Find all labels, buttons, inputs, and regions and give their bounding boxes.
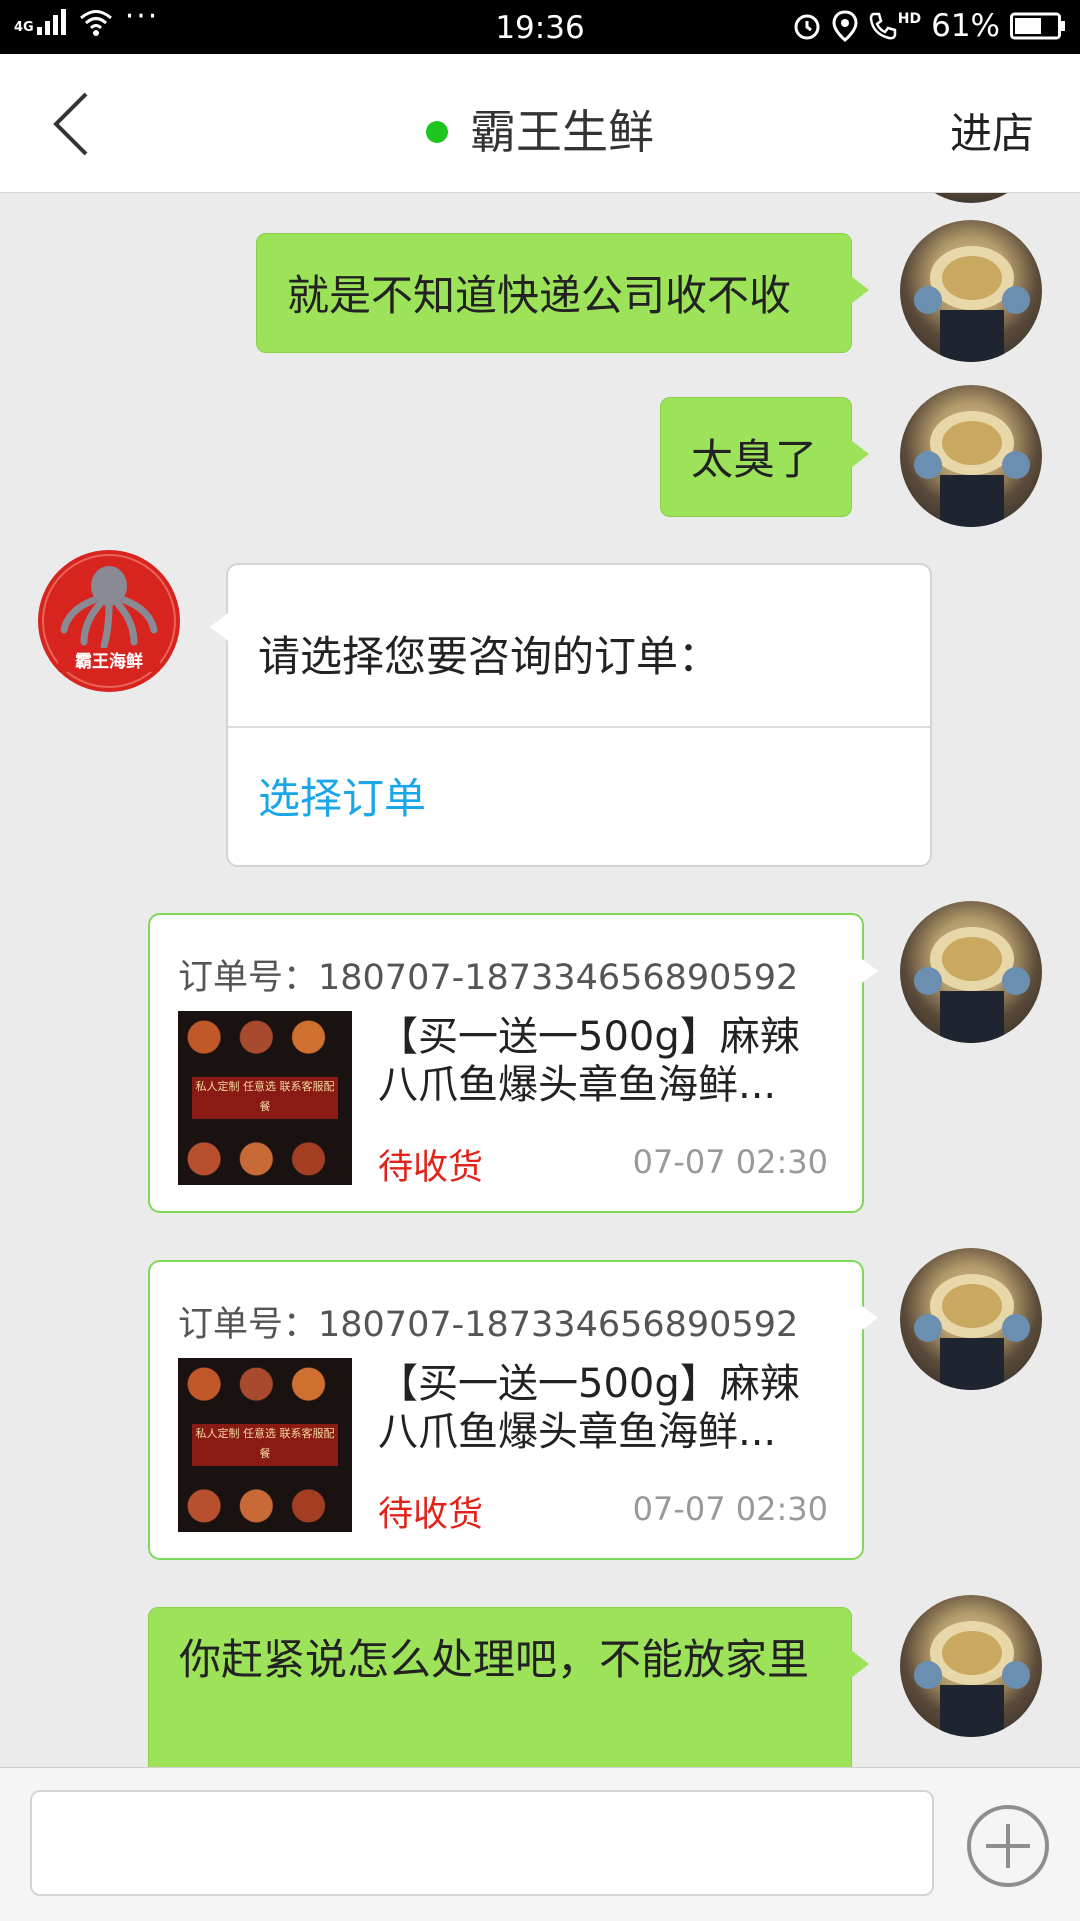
- user-avatar[interactable]: [900, 193, 1042, 203]
- order-status: 待收货: [378, 1148, 484, 1188]
- battery-percent: 61%: [931, 8, 1000, 44]
- product-title: 【买一送一500g】麻辣八爪鱼爆头章鱼海鲜...: [378, 1361, 800, 1455]
- order-select-prompt-card: 请选择您要咨询的订单： 选择订单: [210, 563, 932, 867]
- message-input[interactable]: [30, 1790, 934, 1896]
- thumbnail-banner-text: 私人定制 任意选 联系客服配餐: [192, 1424, 338, 1466]
- message-text: 你赶紧说怎么处理吧，不能放家里: [179, 1635, 810, 1684]
- product-thumbnail: 私人定制 任意选 联系客服配餐: [178, 1011, 352, 1185]
- user-avatar[interactable]: [900, 1595, 1042, 1737]
- select-order-link[interactable]: 选择订单: [258, 765, 426, 826]
- more-options-button[interactable]: [966, 1804, 1050, 1888]
- user-avatar-image: [914, 1274, 1030, 1390]
- chat-header: 霸王生鲜 进店: [0, 54, 1080, 193]
- user-avatar-image: [914, 411, 1030, 527]
- user-avatar-image: [914, 246, 1030, 362]
- hd-call-icon: HD: [868, 11, 921, 41]
- order-card[interactable]: 订单号：180707-187334656890592 私人定制 任意选 联系客服…: [148, 913, 878, 1213]
- order-number: 订单号：180707-187334656890592: [178, 958, 799, 998]
- alarm-icon: [794, 14, 820, 40]
- message-text: 太臭了: [691, 435, 818, 484]
- enter-store-button[interactable]: 进店: [950, 100, 1034, 161]
- octopus-logo-icon: 霸王海鲜: [42, 554, 176, 688]
- shop-logo-text: 霸王海鲜: [75, 651, 143, 672]
- hd-label: HD: [897, 11, 922, 27]
- user-avatar[interactable]: [900, 385, 1042, 527]
- order-number: 订单号：180707-187334656890592: [178, 1305, 799, 1345]
- outgoing-message[interactable]: 就是不知道快递公司收不收: [256, 233, 869, 353]
- chat-messages[interactable]: 就是不知道快递公司收不收 太臭了 霸王海鲜 请选择您要咨询的订单： 选择订单 订…: [0, 193, 1080, 1767]
- message-input-bar: [0, 1767, 1080, 1921]
- order-time: 07-07 02:30: [632, 1143, 828, 1181]
- user-avatar-image: [914, 1621, 1030, 1737]
- outgoing-message[interactable]: 太臭了: [660, 397, 869, 517]
- user-avatar[interactable]: [900, 901, 1042, 1043]
- prompt-text: 请选择您要咨询的订单：: [258, 632, 721, 681]
- battery-icon: [1010, 12, 1065, 40]
- plus-icon: [967, 1805, 1049, 1887]
- thumbnail-banner-text: 私人定制 任意选 联系客服配餐: [192, 1077, 338, 1119]
- user-avatar[interactable]: [900, 1248, 1042, 1390]
- status-bar: 4G ··· 19:36 HD 61%: [0, 0, 1080, 54]
- outgoing-message[interactable]: 你赶紧说怎么处理吧，不能放家里: [148, 1607, 869, 1767]
- page-title: 霸王生鲜: [470, 105, 654, 159]
- location-icon: [832, 10, 858, 42]
- user-avatar-image: [914, 927, 1030, 1043]
- order-time: 07-07 02:30: [632, 1490, 828, 1528]
- product-thumbnail: 私人定制 任意选 联系客服配餐: [178, 1358, 352, 1532]
- online-status-dot: [426, 120, 448, 143]
- divider: [228, 726, 930, 728]
- user-avatar[interactable]: [900, 220, 1042, 362]
- product-title: 【买一送一500g】麻辣八爪鱼爆头章鱼海鲜...: [378, 1014, 800, 1108]
- shop-avatar[interactable]: 霸王海鲜: [38, 550, 180, 692]
- message-text: 就是不知道快递公司收不收: [287, 271, 792, 320]
- order-status: 待收货: [378, 1495, 484, 1535]
- order-card[interactable]: 订单号：180707-187334656890592 私人定制 任意选 联系客服…: [148, 1260, 878, 1560]
